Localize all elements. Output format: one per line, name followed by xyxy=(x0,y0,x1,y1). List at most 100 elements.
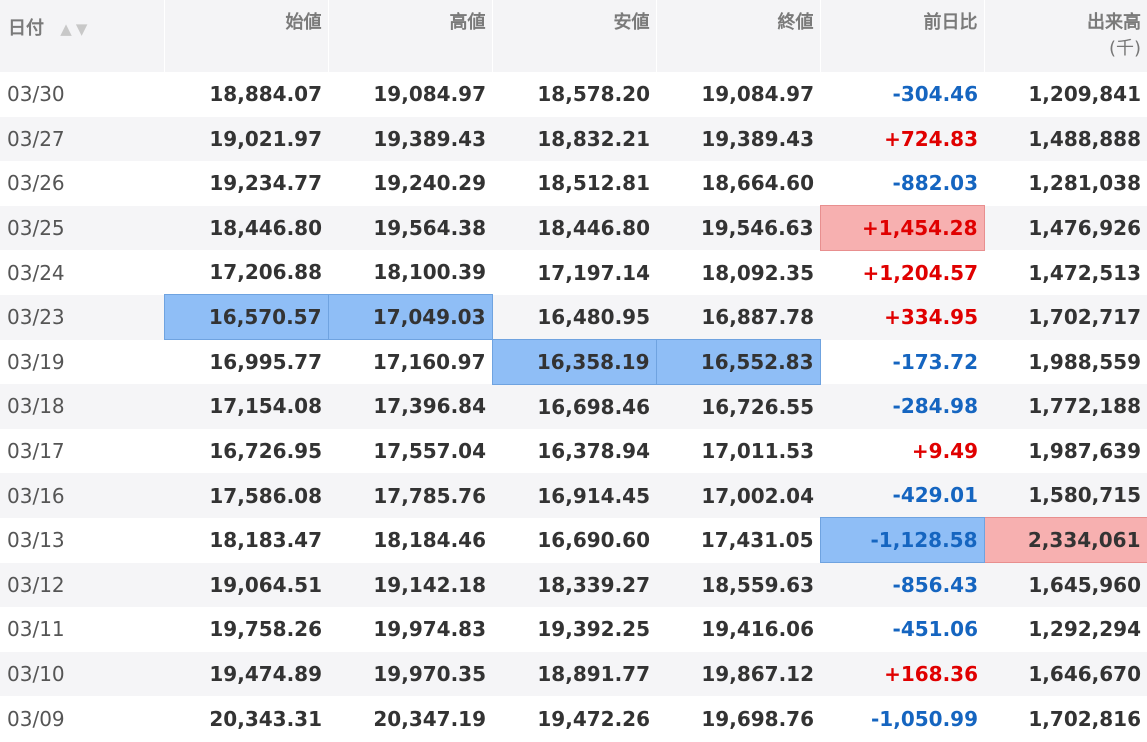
sort-controls: ▲ ▼ xyxy=(60,18,91,39)
table-body: 03/30 18,884.07 19,084.97 18,578.20 19,084.9… xyxy=(0,72,1147,741)
cell-date: 03/17 xyxy=(0,428,164,474)
cell-volume: 1,292,294 xyxy=(984,607,1147,652)
cell-volume: 1,702,717 xyxy=(984,294,1147,340)
column-header-high: 高値 xyxy=(328,0,493,72)
volume-unit-label: (千) xyxy=(1108,38,1141,59)
cell-volume: 1,645,960 xyxy=(984,562,1147,608)
cell-open: 19,758.26 xyxy=(164,607,328,652)
cell-date: 03/16 xyxy=(0,473,164,518)
cell-change: -856.43 xyxy=(820,562,984,608)
cell-date: 03/24 xyxy=(0,250,164,295)
cell-high: 19,389.43 xyxy=(328,116,492,162)
cell-open: 18,183.47 xyxy=(164,517,328,563)
cell-volume: 1,281,038 xyxy=(984,161,1147,206)
cell-date: 03/23 xyxy=(0,294,164,340)
cell-volume: 1,209,841 xyxy=(984,72,1147,117)
cell-date: 03/11 xyxy=(0,607,164,652)
table-row: 03/13 18,183.47 18,184.46 16,690.60 17,431.0… xyxy=(0,517,1147,564)
cell-date: 03/25 xyxy=(0,205,164,251)
cell-low: 16,378.94 xyxy=(492,428,656,474)
table-row: 03/17 16,726.95 17,557.04 16,378.94 17,011.5… xyxy=(0,428,1147,474)
cell-high: 17,557.04 xyxy=(328,428,492,474)
cell-low: 18,832.21 xyxy=(492,116,656,162)
table-row: 03/11 19,758.26 19,974.83 19,392.25 19,416.0… xyxy=(0,607,1147,652)
cell-open: 16,726.95 xyxy=(164,428,328,474)
cell-open: 19,474.89 xyxy=(164,651,328,697)
cell-open: 17,206.88 xyxy=(164,250,328,295)
cell-change: +9.49 xyxy=(820,428,984,474)
cell-high: 20,347.19 xyxy=(328,696,492,741)
cell-low: 18,339.27 xyxy=(492,562,656,608)
cell-close: 18,664.60 xyxy=(656,161,820,206)
cell-low: 18,446.80 xyxy=(492,205,656,251)
cell-high: 17,049.03 xyxy=(327,294,493,341)
column-header-volume: 出来高 (千) xyxy=(984,0,1147,72)
column-header-change: 前日比 xyxy=(820,0,985,72)
column-header-open: 始値 xyxy=(164,0,329,72)
column-header-low: 安値 xyxy=(492,0,657,72)
cell-close: 18,092.35 xyxy=(656,250,820,295)
cell-high: 18,100.39 xyxy=(328,250,492,295)
cell-date: 03/30 xyxy=(0,72,164,117)
cell-close: 19,389.43 xyxy=(656,116,820,162)
cell-low: 18,891.77 xyxy=(492,651,656,697)
cell-close: 19,867.12 xyxy=(656,651,820,697)
cell-close: 17,002.04 xyxy=(656,473,820,518)
column-header-volume-label: 出来高 xyxy=(1087,12,1141,33)
table-row: 03/26 19,234.77 19,240.29 18,512.81 18,664.6… xyxy=(0,161,1147,206)
table-row: 03/19 16,995.77 17,160.97 16,358.19 16,552.8… xyxy=(0,339,1147,385)
table-row: 03/24 17,206.88 18,100.39 17,197.14 18,092.3… xyxy=(0,250,1147,295)
table-row: 03/27 19,021.97 19,389.43 18,832.21 19,389.4… xyxy=(0,116,1147,162)
cell-low: 19,392.25 xyxy=(492,607,656,652)
cell-open: 19,021.97 xyxy=(164,116,328,162)
cell-change: +334.95 xyxy=(820,294,984,340)
cell-close: 19,084.97 xyxy=(656,72,820,117)
cell-close: 18,559.63 xyxy=(656,562,820,608)
table-row: 03/25 18,446.80 19,564.38 18,446.80 19,546.6… xyxy=(0,205,1147,251)
cell-change: +168.36 xyxy=(820,651,984,697)
column-header-date[interactable]: 日付 ▲ ▼ xyxy=(0,0,165,72)
cell-volume: 1,772,188 xyxy=(984,384,1147,429)
cell-date: 03/10 xyxy=(0,651,164,697)
cell-change: -173.72 xyxy=(820,339,984,385)
cell-low: 16,690.60 xyxy=(492,517,656,563)
cell-low: 17,197.14 xyxy=(492,250,656,295)
cell-high: 17,160.97 xyxy=(328,339,492,385)
stock-price-table: 日付 ▲ ▼ 始値 高値 安値 終値 前日比 出来高 (千) 03/30 18,88… xyxy=(0,0,1147,741)
table-row: 03/30 18,884.07 19,084.97 18,578.20 19,084.9… xyxy=(0,72,1147,117)
cell-low: 16,480.95 xyxy=(492,294,656,340)
cell-open: 16,570.57 xyxy=(163,294,329,341)
cell-volume: 1,488,888 xyxy=(984,116,1147,162)
cell-close: 19,416.06 xyxy=(656,607,820,652)
cell-close: 19,698.76 xyxy=(656,696,820,741)
cell-change: -284.98 xyxy=(820,384,984,429)
cell-volume: 1,702,816 xyxy=(984,696,1147,741)
cell-low: 16,358.19 xyxy=(491,339,657,385)
table-row: 03/09 20,343.31 20,347.19 19,472.26 19,698.7… xyxy=(0,696,1147,741)
cell-change: -304.46 xyxy=(820,72,984,117)
cell-open: 17,154.08 xyxy=(164,384,328,429)
column-header-close: 終値 xyxy=(656,0,821,72)
cell-date: 03/19 xyxy=(0,339,164,385)
cell-open: 17,586.08 xyxy=(164,473,328,518)
cell-low: 19,472.26 xyxy=(492,696,656,741)
cell-change: +724.83 xyxy=(820,116,984,162)
cell-change: -1,050.99 xyxy=(820,696,984,741)
cell-low: 16,914.45 xyxy=(492,473,656,518)
cell-change: +1,454.28 xyxy=(819,205,985,251)
cell-close: 19,546.63 xyxy=(656,205,820,251)
sort-descending-icon[interactable]: ▼ xyxy=(76,20,88,38)
cell-high: 19,970.35 xyxy=(328,651,492,697)
cell-close: 16,726.55 xyxy=(656,384,820,429)
cell-volume: 1,987,639 xyxy=(984,428,1147,474)
cell-date: 03/12 xyxy=(0,562,164,608)
cell-change: -1,128.58 xyxy=(819,517,985,564)
cell-close: 16,887.78 xyxy=(656,294,820,340)
cell-change: -429.01 xyxy=(820,473,984,518)
cell-date: 03/27 xyxy=(0,116,164,162)
table-row: 03/16 17,586.08 17,785.76 16,914.45 17,002.0… xyxy=(0,473,1147,518)
cell-date: 03/26 xyxy=(0,161,164,206)
sort-ascending-icon[interactable]: ▲ xyxy=(60,20,72,38)
cell-high: 17,396.84 xyxy=(328,384,492,429)
cell-date: 03/18 xyxy=(0,384,164,429)
